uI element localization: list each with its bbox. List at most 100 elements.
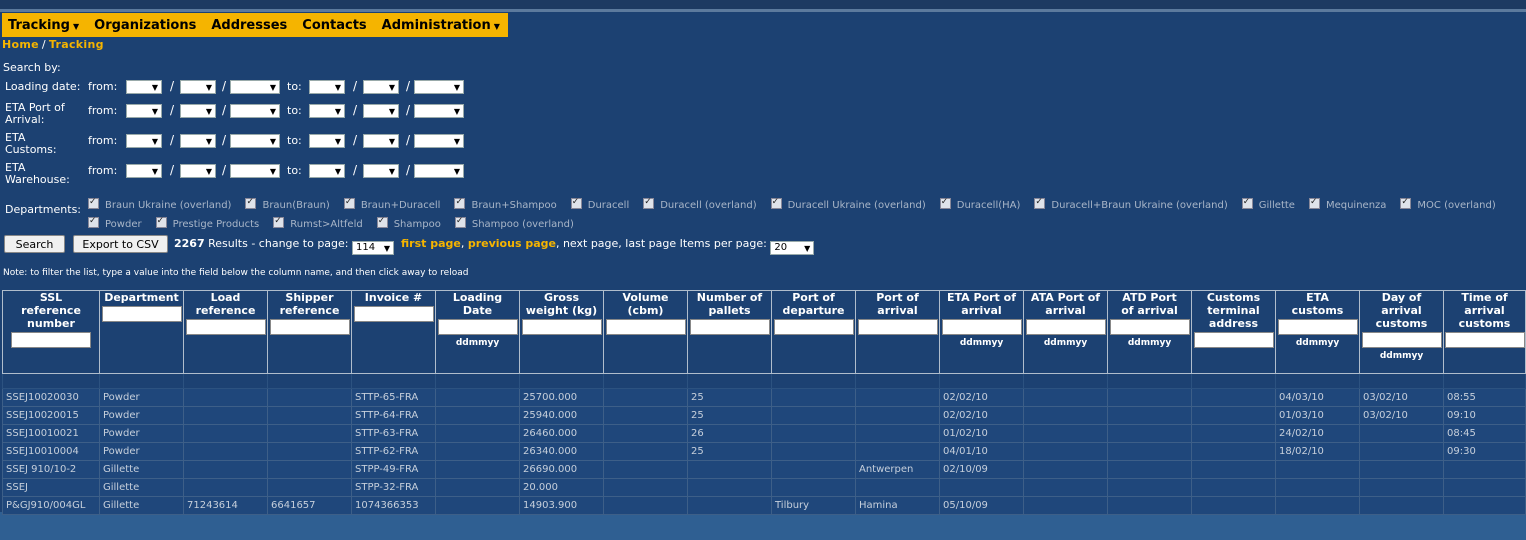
eta-customs-from-year-select[interactable]: [230, 134, 280, 148]
checkbox-checked-icon[interactable]: [643, 196, 655, 209]
checkbox-checked-icon[interactable]: [454, 196, 466, 209]
eta-port-to-year-select[interactable]: [414, 104, 464, 118]
department-option[interactable]: Braun+Shampoo: [454, 196, 557, 215]
eta-warehouse-to-month-select[interactable]: [363, 164, 399, 178]
column-filter-input[interactable]: [521, 319, 602, 335]
department-option[interactable]: Gillette: [1241, 196, 1295, 215]
eta-customs-to-month-select[interactable]: [363, 134, 399, 148]
column-filter-input[interactable]: [1444, 332, 1525, 348]
loading-from-year-select[interactable]: [230, 80, 280, 94]
department-option[interactable]: Duracell: [570, 196, 629, 215]
eta-port-to-month-select[interactable]: [363, 104, 399, 118]
checkbox-checked-icon[interactable]: [1241, 196, 1253, 209]
items-per-page-select[interactable]: 20: [770, 241, 815, 255]
loading-from-day-select[interactable]: [126, 80, 162, 94]
column-filter-input[interactable]: [1361, 332, 1442, 348]
column-filter-input[interactable]: [773, 319, 854, 335]
table-row[interactable]: SSEJ10010004 Powder STTP-62-FRA 26340.000 25…: [2, 442, 1526, 461]
department-option[interactable]: Duracell(HA): [939, 196, 1020, 215]
column-filter-input[interactable]: [1025, 319, 1106, 335]
department-option[interactable]: Prestige Products: [155, 215, 259, 234]
export-csv-button[interactable]: Export to CSV: [73, 235, 168, 253]
column-filter-input[interactable]: [269, 319, 350, 335]
column-filter-input[interactable]: [1193, 332, 1274, 348]
column-filter-input[interactable]: [353, 306, 434, 322]
column-header: Invoice #: [351, 290, 436, 374]
eta-port-to-day-select[interactable]: [309, 104, 345, 118]
loading-to-day-select[interactable]: [309, 80, 345, 94]
table-row[interactable]: SSEJ10010021 Powder STTP-63-FRA 26460.000 26…: [2, 424, 1526, 443]
first-page-link[interactable]: first page: [401, 237, 461, 250]
table-row[interactable]: SSEJ 910/10-2 Gillette STPP-49-FRA 26690.00…: [2, 460, 1526, 479]
menu-contacts[interactable]: Contacts: [302, 18, 366, 33]
table-row[interactable]: SSEJ10020015 Powder STTP-64-FRA 25940.000 25…: [2, 406, 1526, 425]
checkbox-checked-icon[interactable]: [155, 215, 167, 228]
eta-warehouse-from-year-select[interactable]: [230, 164, 280, 178]
breadcrumb-home[interactable]: Home: [2, 38, 39, 51]
column-filter-input[interactable]: [1277, 319, 1358, 335]
menu-administration[interactable]: Administration ▼: [382, 18, 500, 33]
column-header: Port of departure: [771, 290, 856, 374]
checkbox-checked-icon[interactable]: [273, 215, 285, 228]
department-option[interactable]: Braun+Duracell: [343, 196, 440, 215]
eta-customs-to-day-select[interactable]: [309, 134, 345, 148]
column-filter-input[interactable]: [605, 319, 686, 335]
column-filter-input[interactable]: [185, 319, 266, 335]
department-option[interactable]: Mequinenza: [1308, 196, 1386, 215]
column-filter-input[interactable]: [941, 319, 1022, 335]
table-row[interactable]: SSEJ10020030 Powder STTP-65-FRA 25700.000 25…: [2, 388, 1526, 407]
checkbox-checked-icon[interactable]: [770, 196, 782, 209]
checkbox-checked-icon[interactable]: [939, 196, 951, 209]
eta-port-from-month-select[interactable]: [180, 104, 216, 118]
eta-customs-from-day-select[interactable]: [126, 134, 162, 148]
checkbox-checked-icon[interactable]: [1034, 196, 1046, 209]
checkbox-checked-icon[interactable]: [1400, 196, 1412, 209]
table-row[interactable]: P&GJ910/004GL Gillette 71243614 6641657 1074…: [2, 496, 1526, 515]
column-filter-input[interactable]: [689, 319, 770, 335]
checkbox-checked-icon[interactable]: [376, 215, 388, 228]
department-option[interactable]: Duracell+Braun Ukraine (overland): [1034, 196, 1228, 215]
department-option[interactable]: MOC (overland): [1400, 196, 1496, 215]
loading-to-year-select[interactable]: [414, 80, 464, 94]
department-option[interactable]: Braun(Braun): [245, 196, 330, 215]
date-separator: /: [170, 79, 175, 93]
menu-organizations[interactable]: Organizations: [94, 18, 196, 33]
loading-from-month-select[interactable]: [180, 80, 216, 94]
previous-page-link[interactable]: previous page: [468, 237, 556, 250]
checkbox-checked-icon[interactable]: [88, 196, 99, 209]
eta-warehouse-to-day-select[interactable]: [309, 164, 345, 178]
eta-customs-from-month-select[interactable]: [180, 134, 216, 148]
eta-warehouse-to-year-select[interactable]: [414, 164, 464, 178]
column-filter-input[interactable]: [101, 306, 182, 322]
eta-port-from-year-select[interactable]: [230, 104, 280, 118]
department-option[interactable]: Shampoo (overland): [454, 215, 574, 234]
checkbox-checked-icon[interactable]: [343, 196, 355, 209]
checkbox-checked-icon[interactable]: [88, 215, 99, 228]
department-option[interactable]: Powder: [88, 215, 142, 234]
menu-tracking[interactable]: Tracking ▼: [8, 18, 79, 33]
table-cell: 25: [687, 388, 772, 407]
checkbox-checked-icon[interactable]: [245, 196, 257, 209]
loading-to-month-select[interactable]: [363, 80, 399, 94]
department-option[interactable]: Braun Ukraine (overland): [88, 196, 231, 215]
breadcrumb-current[interactable]: Tracking: [49, 38, 104, 51]
department-option[interactable]: Duracell (overland): [643, 196, 757, 215]
checkbox-checked-icon[interactable]: [1308, 196, 1320, 209]
department-option[interactable]: Rumst>Altfeld: [273, 215, 363, 234]
column-filter-input[interactable]: [437, 319, 518, 335]
eta-warehouse-from-month-select[interactable]: [180, 164, 216, 178]
eta-warehouse-from-day-select[interactable]: [126, 164, 162, 178]
menu-addresses[interactable]: Addresses: [211, 18, 287, 33]
checkbox-checked-icon[interactable]: [454, 215, 466, 228]
checkbox-checked-icon[interactable]: [570, 196, 582, 209]
search-button[interactable]: Search: [4, 235, 65, 253]
eta-customs-to-year-select[interactable]: [414, 134, 464, 148]
table-row[interactable]: SSEJ Gillette STPP-32-FRA 20.000: [2, 478, 1526, 497]
page-select[interactable]: 114: [352, 241, 394, 255]
column-filter-input[interactable]: [11, 332, 91, 348]
column-filter-input[interactable]: [1109, 319, 1190, 335]
eta-port-from-day-select[interactable]: [126, 104, 162, 118]
department-option[interactable]: Shampoo: [376, 215, 441, 234]
column-filter-input[interactable]: [857, 319, 938, 335]
department-option[interactable]: Duracell Ukraine (overland): [770, 196, 926, 215]
